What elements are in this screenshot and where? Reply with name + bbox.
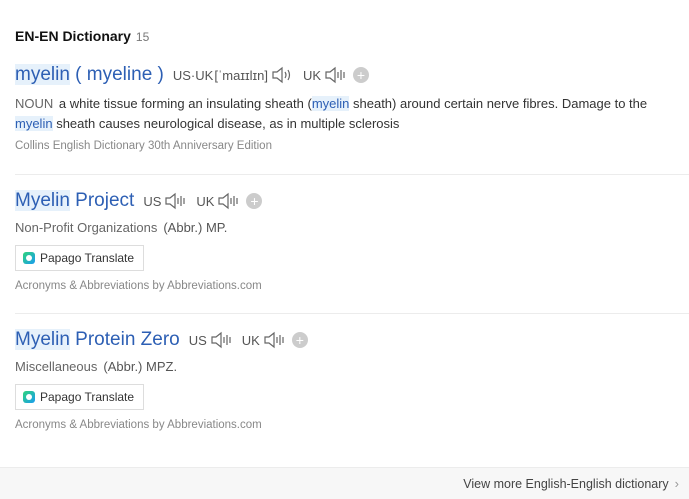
pronunciation-uk: UK bbox=[303, 65, 347, 85]
headword-link[interactable]: Myelin Protein Zero bbox=[15, 329, 180, 351]
papago-logo-icon bbox=[23, 252, 35, 264]
source-label: Acronyms & Abbreviations by Abbreviation… bbox=[15, 280, 262, 292]
definition: NOUN a white tissue forming an insulatin… bbox=[15, 96, 648, 131]
papago-logo-icon bbox=[23, 391, 35, 403]
phonetic: [ˈmaɪɪlɪn] bbox=[214, 67, 268, 83]
speaker-icon[interactable] bbox=[262, 330, 286, 350]
source-label: Acronyms & Abbreviations by Abbreviation… bbox=[15, 419, 262, 431]
pronunciation-us-uk: US·UK [ˈmaɪɪlɪn] bbox=[173, 65, 294, 85]
result-count: 15 bbox=[135, 30, 150, 44]
entry-myelin: myelin ( myeline ) US·UK [ˈmaɪɪlɪn] UK +… bbox=[15, 64, 689, 152]
abbreviation-info: Miscellaneous (Abbr.) MPZ. bbox=[15, 359, 689, 374]
speaker-icon[interactable] bbox=[270, 65, 294, 85]
headword-link[interactable]: Myelin Project bbox=[15, 190, 134, 212]
view-more-link[interactable]: View more English-English dictionary › bbox=[463, 476, 679, 491]
speaker-icon[interactable] bbox=[163, 191, 187, 211]
speaker-icon[interactable] bbox=[323, 65, 347, 85]
abbreviation-info: Non-Profit Organizations (Abbr.) MP. bbox=[15, 220, 689, 235]
divider bbox=[15, 174, 689, 175]
pronunciation-us: US bbox=[143, 191, 187, 211]
add-icon[interactable]: + bbox=[291, 332, 308, 348]
footer-bar: View more English-English dictionary › bbox=[0, 467, 689, 499]
divider bbox=[15, 313, 689, 314]
dictionary-header: EN-EN Dictionary 15 bbox=[15, 28, 149, 44]
pronunciation-uk: UK bbox=[242, 330, 286, 350]
entry-myelin-project: Myelin Project US UK + Non-Profit Organi… bbox=[15, 190, 689, 292]
category-label: Miscellaneous bbox=[15, 359, 98, 374]
dictionary-title: EN-EN Dictionary bbox=[15, 28, 131, 44]
part-of-speech: NOUN bbox=[15, 96, 54, 111]
abbreviation: (Abbr.) MPZ. bbox=[103, 359, 178, 374]
category-label: Non-Profit Organizations bbox=[15, 220, 158, 235]
speaker-icon[interactable] bbox=[216, 191, 240, 211]
source-label: Collins English Dictionary 30th Annivers… bbox=[15, 140, 272, 152]
abbreviation: (Abbr.) MP. bbox=[163, 220, 228, 235]
add-icon[interactable]: + bbox=[353, 67, 370, 83]
speaker-icon[interactable] bbox=[209, 330, 233, 350]
pronunciation-uk: UK bbox=[196, 191, 240, 211]
entry-myelin-protein-zero: Myelin Protein Zero US UK + Miscellaneou… bbox=[15, 329, 689, 431]
headword-link[interactable]: myelin ( myeline ) bbox=[15, 64, 164, 86]
add-icon[interactable]: + bbox=[246, 193, 263, 209]
pronunciation-us: US bbox=[189, 330, 233, 350]
papago-translate-button[interactable]: Papago Translate bbox=[15, 245, 145, 271]
papago-translate-button[interactable]: Papago Translate bbox=[15, 384, 145, 410]
chevron-right-icon: › bbox=[674, 476, 679, 491]
